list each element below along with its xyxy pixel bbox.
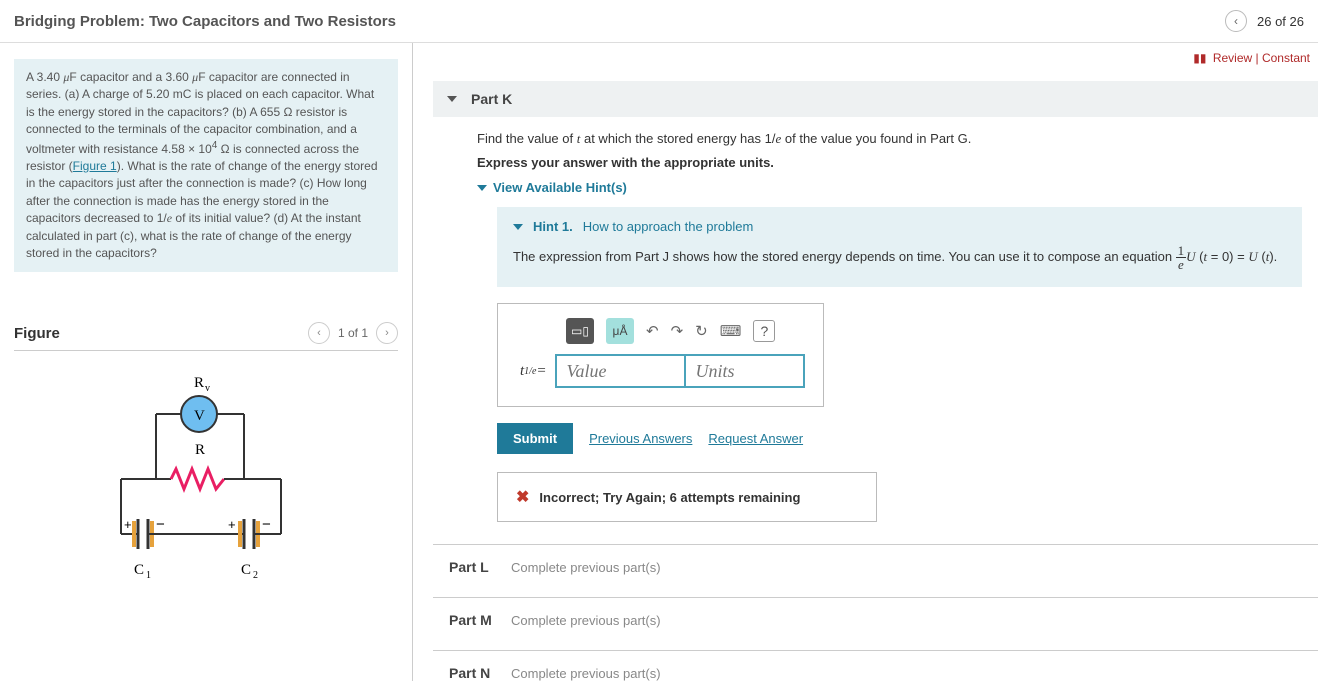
request-answer-link[interactable]: Request Answer: [708, 431, 803, 446]
value-input[interactable]: [555, 354, 685, 388]
variable-label: t1/e =: [516, 354, 555, 388]
caret-down-icon: [513, 224, 523, 230]
hint-1-box: Hint 1. How to approach the problem The …: [497, 207, 1302, 287]
part-k-instruction: Find the value of t at which the stored …: [477, 131, 1302, 147]
svg-text:R: R: [194, 375, 204, 391]
caret-down-icon: [447, 96, 457, 102]
hint-1-label: Hint 1.: [533, 219, 573, 234]
right-column: ▮▮ Review | Constant Part K Find the val…: [413, 43, 1318, 681]
part-k-header[interactable]: Part K: [433, 81, 1318, 117]
units-input[interactable]: [685, 354, 805, 388]
submit-button[interactable]: Submit: [497, 423, 573, 454]
feedback-text: Incorrect; Try Again; 6 attempts remaini…: [539, 490, 800, 505]
keyboard-icon[interactable]: ⌨: [720, 322, 742, 340]
part-k-label: Part K: [471, 91, 512, 107]
hint-1-title: How to approach the problem: [583, 219, 754, 234]
svg-text:2: 2: [253, 570, 258, 581]
undo-icon[interactable]: ↶: [646, 322, 659, 340]
help-button[interactable]: ?: [753, 320, 775, 342]
svg-text:1: 1: [146, 570, 151, 581]
feedback-box: ✖ Incorrect; Try Again; 6 attempts remai…: [497, 472, 877, 522]
svg-text:C: C: [134, 562, 144, 578]
part-locked-msg: Complete previous part(s): [511, 666, 661, 681]
part-label: Part N: [449, 665, 501, 681]
part-locked-row: Part L Complete previous part(s): [433, 544, 1318, 575]
svg-text:v: v: [205, 383, 210, 394]
svg-text:C: C: [241, 562, 251, 578]
figure-heading: Figure: [14, 325, 60, 342]
svg-text:+: +: [124, 517, 132, 532]
question-counter: 26 of 26: [1257, 14, 1304, 29]
svg-text:−: −: [262, 516, 271, 533]
part-locked-row: Part MComplete previous part(s): [433, 597, 1318, 628]
caret-down-icon: [477, 185, 487, 191]
answer-box: ▭▯ μÅ ↶ ↷ ↻ ⌨ ? t1/e =: [497, 303, 824, 407]
svg-text:V: V: [194, 408, 205, 424]
view-hints-link[interactable]: View Available Hint(s): [477, 180, 1302, 195]
redo-icon[interactable]: ↷: [671, 322, 684, 340]
svg-text:R: R: [195, 442, 205, 458]
figure-image: Rv V R: [14, 369, 398, 599]
svg-text:−: −: [156, 516, 165, 533]
page-title: Bridging Problem: Two Capacitors and Two…: [14, 13, 396, 30]
figure-prev-button[interactable]: ‹: [308, 322, 330, 344]
figure-counter: 1 of 1: [338, 326, 368, 340]
book-icon: ▮▮: [1193, 51, 1206, 65]
part-locked-row: Part N Complete previous part(s): [433, 650, 1318, 681]
constants-link[interactable]: Constant: [1262, 51, 1310, 65]
part-label: Part L: [449, 559, 501, 575]
x-icon: ✖: [516, 487, 529, 507]
figure-next-button[interactable]: ›: [376, 322, 398, 344]
prev-question-button[interactable]: ‹: [1225, 10, 1247, 32]
svg-text:+: +: [228, 517, 236, 532]
part-label: Part M: [449, 612, 501, 628]
reset-icon[interactable]: ↻: [695, 322, 708, 340]
review-links: ▮▮ Review | Constant: [1193, 51, 1310, 65]
page-header: Bridging Problem: Two Capacitors and Two…: [0, 0, 1318, 43]
review-link[interactable]: Review: [1213, 51, 1252, 65]
left-column: A 3.40 μF capacitor and a 3.60 μF capaci…: [0, 43, 413, 681]
units-button[interactable]: μÅ: [606, 318, 634, 344]
templates-button[interactable]: ▭▯: [566, 318, 594, 344]
part-k-express: Express your answer with the appropriate…: [477, 155, 1302, 170]
hint-1-text: The expression from Part J shows how the…: [513, 244, 1286, 271]
problem-statement: A 3.40 μF capacitor and a 3.60 μF capaci…: [14, 59, 398, 272]
part-locked-msg: Complete previous part(s): [511, 560, 661, 575]
previous-answers-link[interactable]: Previous Answers: [589, 431, 692, 446]
